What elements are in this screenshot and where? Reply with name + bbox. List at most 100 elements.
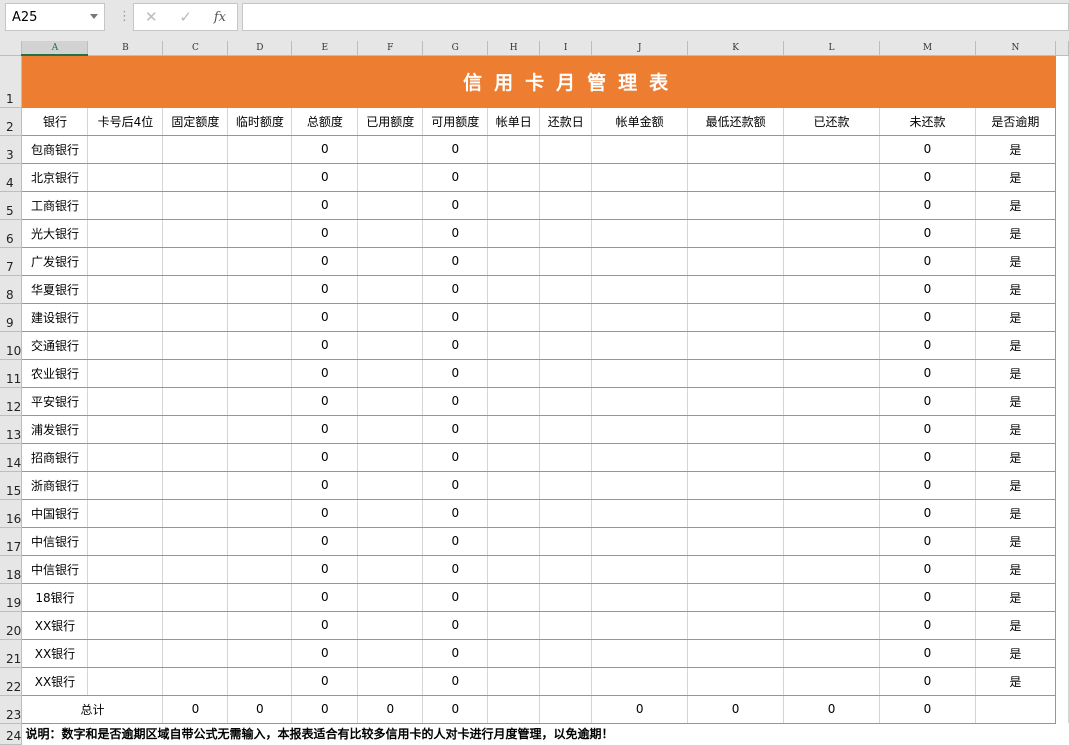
row-header-10[interactable]: 10 [0,331,23,360]
cell-A1[interactable] [21,55,89,108]
header-E[interactable]: 总额度 [291,107,359,136]
cell-F22[interactable] [357,667,424,696]
cell-K4[interactable] [687,163,785,192]
cell-G21[interactable]: 0 [422,639,489,668]
cell-E20[interactable]: 0 [291,611,359,640]
cell-K15[interactable] [687,471,785,500]
cell-E17[interactable]: 0 [291,527,359,556]
cell-E6[interactable]: 0 [291,219,359,248]
cell-D21[interactable] [227,639,293,668]
cell-C8[interactable] [162,275,229,304]
cell-J18[interactable] [591,555,689,584]
cell-N19[interactable]: 是 [975,583,1056,612]
cell-A4[interactable]: 北京银行 [21,163,89,192]
cell-E7[interactable]: 0 [291,247,359,276]
cell-I11[interactable] [539,359,593,388]
cell-L7[interactable] [783,247,880,276]
cell-J10[interactable] [591,331,689,360]
cell-D22[interactable] [227,667,293,696]
row-header-3[interactable]: 3 [0,135,23,164]
cell-M16[interactable]: 0 [879,499,976,528]
header-L[interactable]: 已还款 [783,107,880,136]
row-header-6[interactable]: 6 [0,219,23,248]
cell-D12[interactable] [227,387,293,416]
cell-J19[interactable] [591,583,689,612]
cell-H15[interactable] [487,471,541,500]
cell-G16[interactable]: 0 [422,499,489,528]
cell-E3[interactable]: 0 [291,135,359,164]
select-all-corner[interactable] [0,41,23,56]
cell-M7[interactable]: 0 [879,247,976,276]
cell-B4[interactable] [87,163,164,192]
column-header-N[interactable]: N [975,41,1056,56]
header-J[interactable]: 帐单金额 [591,107,689,136]
cell-D3[interactable] [227,135,293,164]
cell-G22[interactable]: 0 [422,667,489,696]
cell-L9[interactable] [783,303,880,332]
cell-F11[interactable] [357,359,424,388]
cell-F21[interactable] [357,639,424,668]
cell-C16[interactable] [162,499,229,528]
cell-A3[interactable]: 包商银行 [21,135,89,164]
cell-B6[interactable] [87,219,164,248]
cell-E16[interactable]: 0 [291,499,359,528]
cell-B14[interactable] [87,443,164,472]
cell-M8[interactable]: 0 [879,275,976,304]
cell-I18[interactable] [539,555,593,584]
cell-N5[interactable]: 是 [975,191,1056,220]
cell-G14[interactable]: 0 [422,443,489,472]
cell-A15[interactable]: 浙商银行 [21,471,89,500]
cell-L21[interactable] [783,639,880,668]
cell-H9[interactable] [487,303,541,332]
cell-L13[interactable] [783,415,880,444]
cell-M17[interactable]: 0 [879,527,976,556]
cell-A17[interactable]: 中信银行 [21,527,89,556]
cell-B5[interactable] [87,191,164,220]
cell-K12[interactable] [687,387,785,416]
cell-A18[interactable]: 中信银行 [21,555,89,584]
cell-G7[interactable]: 0 [422,247,489,276]
cell-B15[interactable] [87,471,164,500]
cell-N17[interactable]: 是 [975,527,1056,556]
cell-B12[interactable] [87,387,164,416]
cell-M14[interactable]: 0 [879,443,976,472]
row-header-11[interactable]: 11 [0,359,23,388]
cell-N12[interactable]: 是 [975,387,1056,416]
row-header-21[interactable]: 21 [0,639,23,668]
column-header-C[interactable]: C [162,41,229,56]
header-K[interactable]: 最低还款额 [687,107,785,136]
row-header-17[interactable]: 17 [0,527,23,556]
cell-F15[interactable] [357,471,424,500]
cell-L11[interactable] [783,359,880,388]
cell-D20[interactable] [227,611,293,640]
header-B[interactable]: 卡号后4位 [87,107,164,136]
cell-H18[interactable] [487,555,541,584]
cell-I7[interactable] [539,247,593,276]
cell-I9[interactable] [539,303,593,332]
cell-I13[interactable] [539,415,593,444]
cell-N15[interactable]: 是 [975,471,1056,500]
cell-G5[interactable]: 0 [422,191,489,220]
cell-A10[interactable]: 交通银行 [21,331,89,360]
cell-H16[interactable] [487,499,541,528]
cell-J7[interactable] [591,247,689,276]
cell-D9[interactable] [227,303,293,332]
cell-G10[interactable]: 0 [422,331,489,360]
row-header-14[interactable]: 14 [0,443,23,472]
cell-A19[interactable]: 18银行 [21,583,89,612]
cell-K5[interactable] [687,191,785,220]
total-J[interactable]: 0 [591,695,689,724]
cell-E13[interactable]: 0 [291,415,359,444]
cell-A14[interactable]: 招商银行 [21,443,89,472]
cell-F17[interactable] [357,527,424,556]
total-E[interactable]: 0 [291,695,359,724]
cell-I8[interactable] [539,275,593,304]
cell-H7[interactable] [487,247,541,276]
cell-G12[interactable]: 0 [422,387,489,416]
cell-L15[interactable] [783,471,880,500]
row-header-12[interactable]: 12 [0,387,23,416]
name-box[interactable]: A25 [5,3,105,31]
cell-L22[interactable] [783,667,880,696]
cell-J15[interactable] [591,471,689,500]
cell-H22[interactable] [487,667,541,696]
